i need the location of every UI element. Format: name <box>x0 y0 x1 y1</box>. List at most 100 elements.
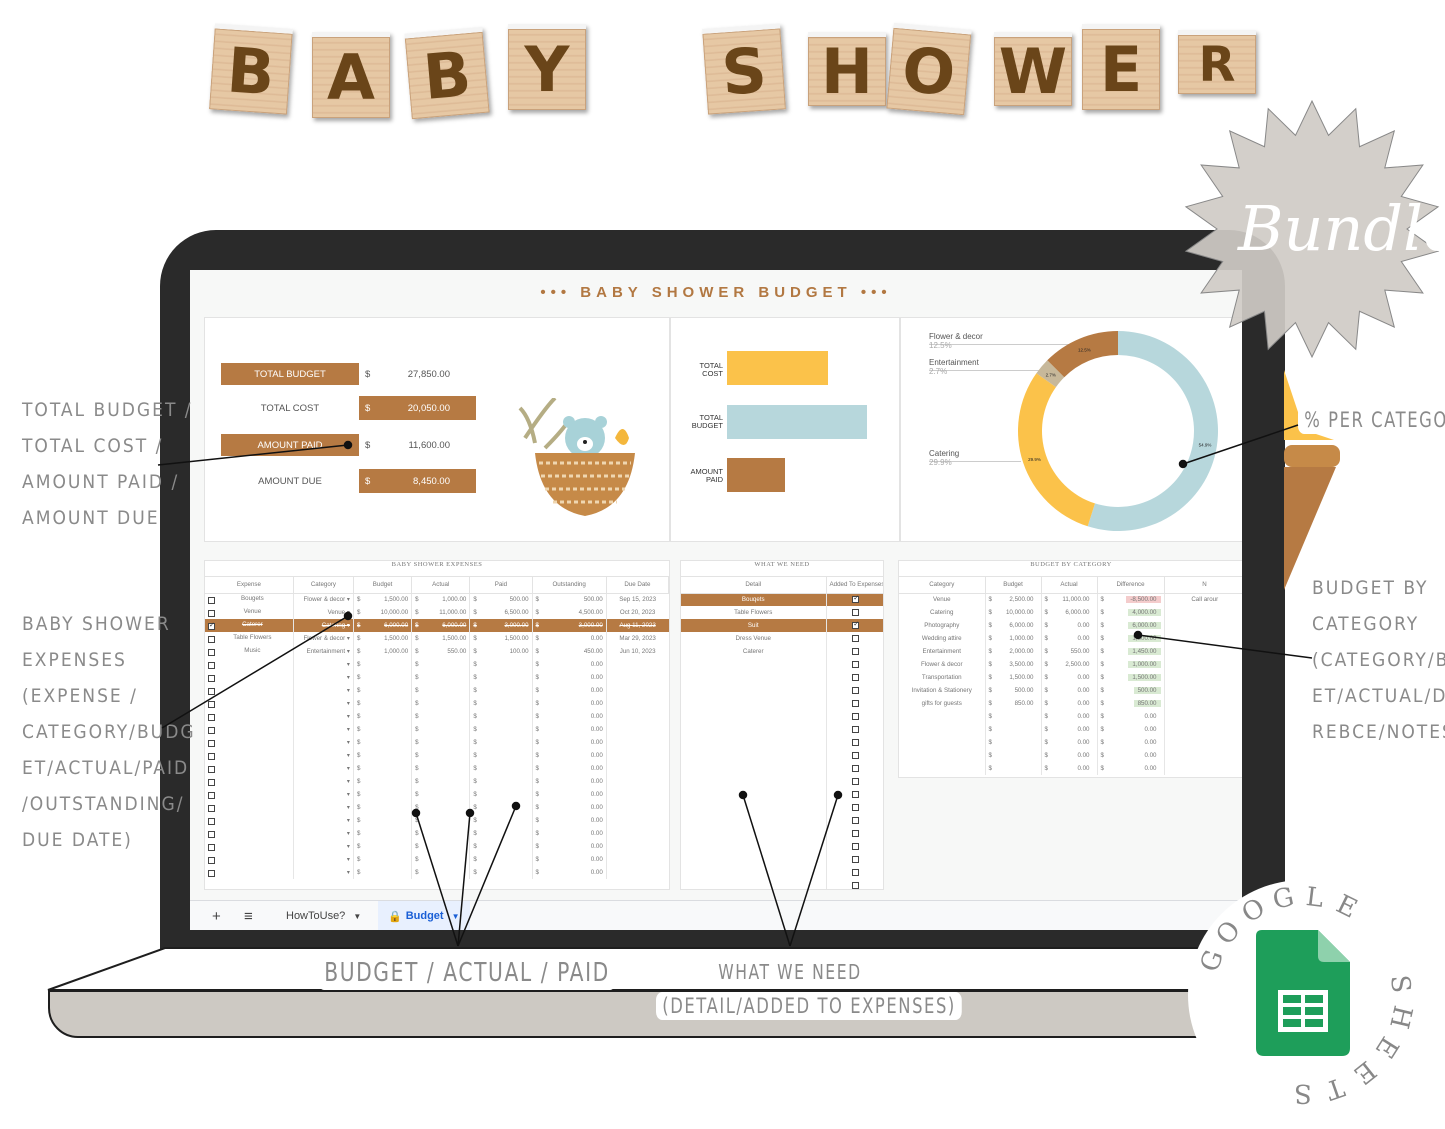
actual-cell[interactable]: $0.00 <box>1041 632 1098 645</box>
checkbox[interactable] <box>852 620 860 629</box>
detail-cell[interactable] <box>681 658 827 671</box>
difference-cell[interactable]: $0.00 <box>1097 723 1165 736</box>
added-cell[interactable] <box>826 671 883 684</box>
checkbox[interactable] <box>852 660 860 668</box>
expense-cell[interactable] <box>205 775 294 788</box>
budget-cell[interactable]: $ <box>353 723 413 736</box>
detail-cell[interactable] <box>681 814 827 827</box>
due-date-cell[interactable] <box>606 762 668 775</box>
due-date-cell[interactable] <box>606 684 668 697</box>
expense-cell[interactable] <box>205 762 294 775</box>
budget-cell[interactable]: $500.00 <box>985 684 1042 697</box>
detail-cell[interactable] <box>681 723 827 736</box>
expense-cell[interactable]: Table Flowers <box>205 632 294 645</box>
category-dropdown[interactable]: Entertainment ▾ <box>293 645 354 658</box>
added-cell[interactable] <box>826 593 883 606</box>
actual-cell[interactable]: $ <box>411 684 471 697</box>
checkbox[interactable] <box>208 844 215 851</box>
budget-cell[interactable]: $ <box>353 814 413 827</box>
budget-cell[interactable]: $850.00 <box>985 697 1042 710</box>
detail-cell[interactable] <box>681 762 827 775</box>
paid-cell[interactable]: $1,500.00 <box>469 632 533 645</box>
expense-cell[interactable] <box>205 840 294 853</box>
actual-cell[interactable]: $ <box>411 840 471 853</box>
actual-cell[interactable]: $ <box>411 658 471 671</box>
category-dropdown[interactable]: ▾ <box>293 853 354 866</box>
detail-cell[interactable] <box>681 879 827 889</box>
budget-cell[interactable]: $10,000.00 <box>985 606 1042 619</box>
category-dropdown[interactable]: ▾ <box>293 762 354 775</box>
actual-cell[interactable]: $ <box>411 866 471 879</box>
budget-cell[interactable]: $1,500.00 <box>353 593 413 606</box>
detail-cell[interactable] <box>681 801 827 814</box>
checkbox[interactable] <box>852 725 860 733</box>
notes-cell[interactable]: Call arour <box>1164 593 1242 606</box>
due-date-cell[interactable] <box>606 840 668 853</box>
difference-cell[interactable]: $1,500.00 <box>1097 671 1165 684</box>
expense-cell[interactable] <box>205 710 294 723</box>
paid-cell[interactable]: $ <box>469 801 533 814</box>
budget-cell[interactable]: $3,500.00 <box>985 658 1042 671</box>
budget-cell[interactable]: $ <box>353 775 413 788</box>
category-cell[interactable] <box>899 736 986 749</box>
expense-cell[interactable] <box>205 866 294 879</box>
category-dropdown[interactable]: ▾ <box>293 814 354 827</box>
difference-cell[interactable]: $0.00 <box>1097 762 1165 775</box>
added-cell[interactable] <box>826 645 883 658</box>
actual-cell[interactable]: $ <box>411 775 471 788</box>
paid-cell[interactable]: $500.00 <box>469 593 533 606</box>
budget-cell[interactable]: $ <box>353 801 413 814</box>
expense-cell[interactable] <box>205 697 294 710</box>
category-dropdown[interactable]: ▾ <box>293 671 354 684</box>
actual-cell[interactable]: $ <box>411 723 471 736</box>
budget-cell[interactable]: $1,500.00 <box>353 632 413 645</box>
added-cell[interactable] <box>826 866 883 879</box>
checkbox[interactable] <box>852 647 860 655</box>
checkbox[interactable] <box>208 818 215 825</box>
added-cell[interactable] <box>826 762 883 775</box>
checkbox[interactable] <box>208 792 215 799</box>
detail-cell[interactable] <box>681 710 827 723</box>
detail-cell[interactable] <box>681 866 827 879</box>
budget-cell[interactable]: $ <box>985 723 1042 736</box>
checkbox[interactable] <box>208 805 215 812</box>
due-date-cell[interactable] <box>606 801 668 814</box>
category-cell[interactable]: Invitation & Stationery <box>899 684 986 697</box>
expense-cell[interactable] <box>205 723 294 736</box>
detail-cell[interactable] <box>681 853 827 866</box>
detail-cell[interactable] <box>681 788 827 801</box>
detail-cell[interactable] <box>681 749 827 762</box>
category-dropdown[interactable]: ▾ <box>293 658 354 671</box>
due-date-cell[interactable] <box>606 775 668 788</box>
expense-cell[interactable] <box>205 671 294 684</box>
due-date-cell[interactable]: Aug 11, 2023 <box>606 619 669 632</box>
detail-cell[interactable]: Dress Venue <box>681 632 827 645</box>
checkbox[interactable] <box>852 777 860 785</box>
notes-cell[interactable] <box>1164 658 1242 671</box>
actual-cell[interactable]: $0.00 <box>1041 710 1098 723</box>
budget-cell[interactable]: $ <box>353 749 413 762</box>
notes-cell[interactable] <box>1164 736 1242 749</box>
actual-cell[interactable]: $0.00 <box>1041 749 1098 762</box>
checkbox[interactable] <box>208 688 215 695</box>
difference-cell[interactable]: $0.00 <box>1097 710 1165 723</box>
category-cell[interactable] <box>899 762 986 775</box>
checkbox[interactable] <box>208 766 215 773</box>
notes-cell[interactable] <box>1164 684 1242 697</box>
detail-cell[interactable] <box>681 736 827 749</box>
added-cell[interactable] <box>826 658 883 671</box>
actual-cell[interactable]: $ <box>411 788 471 801</box>
due-date-cell[interactable] <box>606 710 668 723</box>
outstanding-cell[interactable]: $0.00 <box>532 697 607 710</box>
outstanding-cell[interactable]: $0.00 <box>532 658 607 671</box>
paid-cell[interactable]: $ <box>469 710 533 723</box>
added-cell[interactable] <box>826 853 883 866</box>
difference-cell[interactable]: $850.00 <box>1097 697 1165 710</box>
paid-cell[interactable]: $6,500.00 <box>469 606 533 619</box>
tab-budget[interactable]: 🔒 Budget ▼ <box>378 901 470 930</box>
expense-cell[interactable]: Caterer <box>205 619 294 632</box>
checkbox[interactable] <box>208 636 215 643</box>
actual-cell[interactable]: $ <box>411 814 471 827</box>
outstanding-cell[interactable]: $0.00 <box>532 710 607 723</box>
actual-cell[interactable]: $0.00 <box>1041 762 1098 775</box>
